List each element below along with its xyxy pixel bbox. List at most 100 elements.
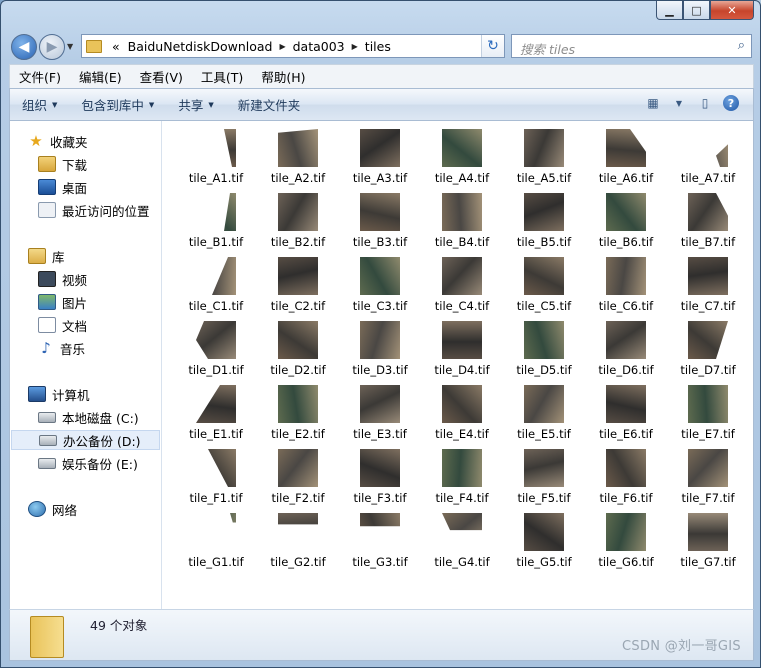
nav-pictures[interactable]: 图片	[38, 292, 87, 312]
file-item[interactable]: tile_D7.tif	[672, 321, 744, 377]
file-item[interactable]: tile_B6.tif	[590, 193, 662, 249]
menu-view[interactable]: 查看(V)	[131, 67, 192, 86]
file-name: tile_G6.tif	[598, 555, 654, 569]
organize-button[interactable]: 组织 ▼	[10, 95, 69, 114]
breadcrumb-item[interactable]: data003	[293, 39, 345, 54]
file-item[interactable]: tile_G5.tif	[508, 513, 580, 569]
file-item[interactable]: tile_G6.tif	[590, 513, 662, 569]
forward-button[interactable]: ▶	[39, 34, 65, 60]
refresh-button[interactable]: ↻	[481, 35, 504, 57]
nav-network[interactable]: 网络	[28, 499, 77, 519]
file-item[interactable]: tile_D3.tif	[344, 321, 416, 377]
address-bar[interactable]: « BaiduNetdiskDownload ▶ data003 ▶ tiles…	[81, 34, 505, 58]
file-item[interactable]: tile_G2.tif	[262, 513, 334, 569]
nav-libraries[interactable]: 库	[28, 246, 65, 266]
breadcrumb-item[interactable]: BaiduNetdiskDownload	[128, 39, 273, 54]
menu-edit[interactable]: 编辑(E)	[70, 67, 131, 86]
menu-help[interactable]: 帮助(H)	[252, 67, 314, 86]
file-item[interactable]: tile_E3.tif	[344, 385, 416, 441]
breadcrumb-separator-icon[interactable]: ▶	[352, 42, 358, 51]
file-item[interactable]: tile_A1.tif	[180, 129, 252, 185]
file-item[interactable]: tile_D2.tif	[262, 321, 334, 377]
file-item[interactable]: tile_E4.tif	[426, 385, 498, 441]
nav-drive-e[interactable]: 娱乐备份 (E:)	[38, 453, 138, 473]
file-item[interactable]: tile_C3.tif	[344, 257, 416, 313]
file-item[interactable]: tile_F3.tif	[344, 449, 416, 505]
file-item[interactable]: tile_C7.tif	[672, 257, 744, 313]
file-item[interactable]: tile_B1.tif	[180, 193, 252, 249]
satellite-thumbnail-icon	[442, 385, 482, 423]
file-item[interactable]: tile_C2.tif	[262, 257, 334, 313]
include-in-library-button[interactable]: 包含到库中 ▼	[69, 95, 166, 114]
file-item[interactable]: tile_E5.tif	[508, 385, 580, 441]
file-item[interactable]: tile_C6.tif	[590, 257, 662, 313]
nav-documents[interactable]: 文档	[38, 315, 87, 335]
file-name: tile_A1.tif	[188, 171, 244, 185]
breadcrumb-item[interactable]: tiles	[365, 39, 391, 54]
file-item[interactable]: tile_E2.tif	[262, 385, 334, 441]
file-item[interactable]: tile_D5.tif	[508, 321, 580, 377]
satellite-thumbnail-icon	[524, 193, 564, 231]
file-item[interactable]: tile_B2.tif	[262, 193, 334, 249]
file-item[interactable]: tile_A7.tif	[672, 129, 744, 185]
file-item[interactable]: tile_E6.tif	[590, 385, 662, 441]
view-dropdown-icon[interactable]: ▼	[671, 95, 687, 111]
nav-desktop[interactable]: 桌面	[38, 177, 87, 197]
file-item[interactable]: tile_F4.tif	[426, 449, 498, 505]
menu-tools[interactable]: 工具(T)	[192, 67, 252, 86]
file-item[interactable]: tile_B7.tif	[672, 193, 744, 249]
file-item[interactable]: tile_A5.tif	[508, 129, 580, 185]
file-item[interactable]: tile_C1.tif	[180, 257, 252, 313]
view-grid-icon[interactable]: ▦	[645, 95, 661, 111]
menu-file[interactable]: 文件(F)	[10, 67, 70, 86]
file-item[interactable]: tile_G3.tif	[344, 513, 416, 569]
nav-drive-c[interactable]: 本地磁盘 (C:)	[38, 407, 139, 427]
file-item[interactable]: tile_A6.tif	[590, 129, 662, 185]
file-item[interactable]: tile_E1.tif	[180, 385, 252, 441]
file-item[interactable]: tile_B4.tif	[426, 193, 498, 249]
search-icon[interactable]: ⌕	[738, 38, 745, 53]
file-item[interactable]: tile_D6.tif	[590, 321, 662, 377]
file-item[interactable]: tile_F5.tif	[508, 449, 580, 505]
satellite-thumbnail-icon	[360, 193, 400, 231]
back-button[interactable]: ◀	[11, 34, 37, 60]
file-item[interactable]: tile_G7.tif	[672, 513, 744, 569]
new-folder-button[interactable]: 新建文件夹	[226, 95, 313, 114]
file-item[interactable]: tile_D1.tif	[180, 321, 252, 377]
file-item[interactable]: tile_F1.tif	[180, 449, 252, 505]
recent-pages-dropdown[interactable]: ▼	[67, 42, 73, 51]
nav-music[interactable]: ♪ 音乐	[38, 338, 85, 358]
file-name: tile_D5.tif	[516, 363, 572, 377]
nav-drive-d[interactable]: 办公备份 (D:)	[11, 430, 160, 450]
breadcrumb-overflow[interactable]: «	[112, 39, 120, 54]
file-item[interactable]: tile_C5.tif	[508, 257, 580, 313]
file-item[interactable]: tile_A2.tif	[262, 129, 334, 185]
maximize-button[interactable]: □	[683, 1, 710, 20]
nav-favorites[interactable]: ★ 收藏夹	[28, 131, 87, 151]
file-item[interactable]: tile_G1.tif	[180, 513, 252, 569]
search-input[interactable]: 搜索 tiles ⌕	[511, 34, 752, 58]
file-item[interactable]: tile_G4.tif	[426, 513, 498, 569]
file-item[interactable]: tile_F7.tif	[672, 449, 744, 505]
nav-downloads[interactable]: 下载	[38, 154, 87, 174]
nav-recent-places[interactable]: 最近访问的位置	[38, 200, 150, 220]
close-button[interactable]: ✕	[710, 1, 754, 20]
file-item[interactable]: tile_A3.tif	[344, 129, 416, 185]
minimize-button[interactable]: ▁	[656, 1, 683, 20]
satellite-thumbnail-icon	[524, 257, 564, 295]
file-item[interactable]: tile_F2.tif	[262, 449, 334, 505]
file-item[interactable]: tile_F6.tif	[590, 449, 662, 505]
nav-videos[interactable]: 视频	[38, 269, 87, 289]
file-name: tile_D2.tif	[270, 363, 326, 377]
preview-pane-icon[interactable]: ▯	[697, 95, 713, 111]
file-item[interactable]: tile_B3.tif	[344, 193, 416, 249]
file-item[interactable]: tile_C4.tif	[426, 257, 498, 313]
share-button[interactable]: 共享 ▼	[166, 95, 225, 114]
file-item[interactable]: tile_E7.tif	[672, 385, 744, 441]
help-icon[interactable]: ?	[723, 95, 739, 111]
nav-computer[interactable]: 计算机	[28, 384, 90, 404]
file-item[interactable]: tile_A4.tif	[426, 129, 498, 185]
file-item[interactable]: tile_B5.tif	[508, 193, 580, 249]
breadcrumb-separator-icon[interactable]: ▶	[279, 42, 285, 51]
file-item[interactable]: tile_D4.tif	[426, 321, 498, 377]
